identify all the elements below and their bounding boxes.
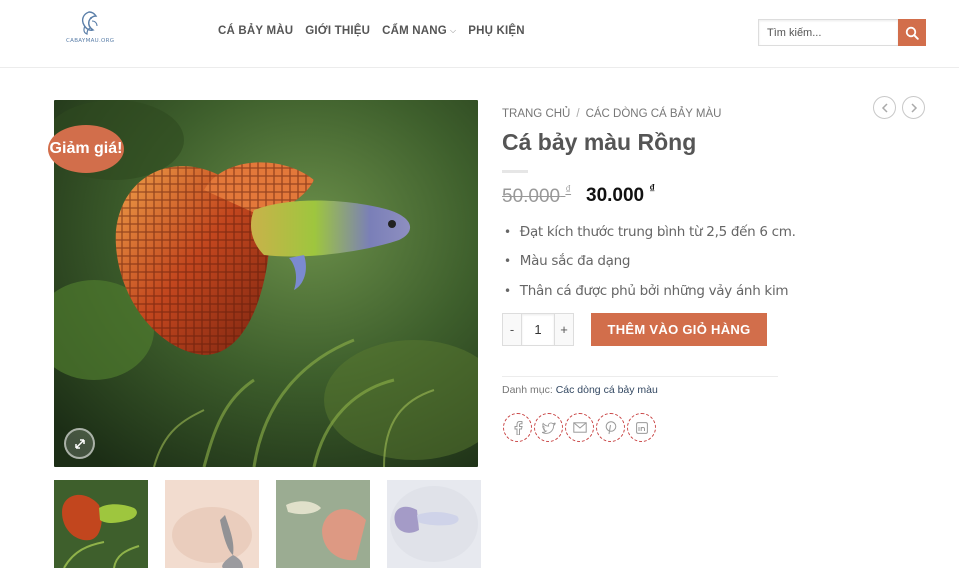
search-form <box>758 19 926 46</box>
expand-icon <box>74 438 85 449</box>
breadcrumb: TRANG CHỦ / CÁC DÒNG CÁ BẢY MÀU <box>502 108 721 120</box>
breadcrumb-home[interactable]: TRANG CHỦ <box>502 108 570 120</box>
share-pinterest-button[interactable] <box>596 413 625 442</box>
sale-badge: Giảm giá! <box>48 125 124 173</box>
product-nav <box>873 96 925 119</box>
email-icon <box>572 422 587 433</box>
twitter-icon <box>541 421 556 434</box>
next-product-button[interactable] <box>902 96 925 119</box>
nav-label: GIỚI THIỆU <box>305 25 371 37</box>
price-sale-value: 30.000 <box>586 185 645 206</box>
nav-label: CÁ BẢY MÀU <box>218 25 294 37</box>
meta-divider <box>502 376 778 377</box>
nav-item-ca-bay-mau[interactable]: CÁ BẢY MÀU <box>218 25 293 37</box>
currency-symbol: ₫ <box>649 183 656 195</box>
chevron-left-icon <box>881 102 888 113</box>
add-to-cart-button[interactable]: THÊM VÀO GIỎ HÀNG <box>591 313 767 346</box>
linkedin-icon <box>635 421 648 434</box>
zoom-button[interactable] <box>64 428 95 459</box>
price-original: 50.000 ₫ <box>502 184 572 208</box>
thumbnail-image <box>387 480 481 568</box>
nav-label: PHỤ KIỆN <box>468 25 525 37</box>
quantity-plus-button[interactable]: + <box>554 313 574 346</box>
logo-text: CABAYMAU.ORG <box>66 38 115 44</box>
thumbnail-image <box>276 480 370 568</box>
category-label: Danh mục: <box>502 384 553 396</box>
quantity-input[interactable] <box>522 313 554 346</box>
price-original-value: 50.000 <box>502 186 561 207</box>
thumbnail-gallery <box>54 480 481 568</box>
category-link[interactable]: Các dòng cá bảy màu <box>556 384 658 396</box>
share-linkedin-button[interactable] <box>627 413 656 442</box>
breadcrumb-category[interactable]: CÁC DÒNG CÁ BẢY MÀU <box>586 108 722 120</box>
pinterest-icon <box>605 420 616 434</box>
product-category: Danh mục: Các dòng cá bảy màu <box>502 384 658 396</box>
main-nav: CÁ BẢY MÀU GIỚI THIỆU CẨM NANG ⌵ PHỤ KIỆN <box>218 25 525 37</box>
nav-item-gioi-thieu[interactable]: GIỚI THIỆU <box>305 25 370 37</box>
thumbnail-3[interactable] <box>276 480 370 568</box>
price-sale: 30.000 ₫ <box>586 183 656 207</box>
thumbnail-4[interactable] <box>387 480 481 568</box>
feature-item: Đạt kích thước trung bình từ 2,5 đến 6 c… <box>504 217 796 247</box>
quantity-minus-button[interactable]: - <box>502 313 522 346</box>
site-logo[interactable]: CABAYMAU.ORG <box>66 10 115 50</box>
share-email-button[interactable] <box>565 413 594 442</box>
product-title: Cá bảy màu Rồng <box>502 129 697 155</box>
product-features: Đạt kích thước trung bình từ 2,5 đến 6 c… <box>504 217 796 306</box>
thumbnail-1[interactable] <box>54 480 148 568</box>
chevron-down-icon: ⌵ <box>449 26 457 35</box>
breadcrumb-separator: / <box>576 108 580 120</box>
prev-product-button[interactable] <box>873 96 896 119</box>
share-buttons <box>503 413 656 442</box>
share-facebook-button[interactable] <box>503 413 532 442</box>
title-divider <box>502 170 528 173</box>
share-twitter-button[interactable] <box>534 413 563 442</box>
thumbnail-2[interactable] <box>165 480 259 568</box>
nav-item-cam-nang[interactable]: CẨM NANG ⌵ <box>382 25 456 37</box>
nav-label: CẨM NANG <box>382 25 447 37</box>
search-button[interactable] <box>898 19 926 46</box>
search-input[interactable] <box>758 19 898 46</box>
feature-item: Màu sắc đa dạng <box>504 247 796 277</box>
currency-symbol: ₫ <box>565 184 572 196</box>
chevron-right-icon <box>910 102 917 113</box>
search-icon <box>905 26 919 40</box>
fish-logo-icon <box>81 11 98 35</box>
facebook-icon <box>514 420 523 435</box>
feature-item: Thân cá được phủ bởi những vảy ánh kim <box>504 276 796 306</box>
thumbnail-image <box>165 480 259 568</box>
nav-item-phu-kien[interactable]: PHỤ KIỆN <box>468 25 525 37</box>
thumbnail-image <box>54 480 148 568</box>
site-header: CABAYMAU.ORG CÁ BẢY MÀU GIỚI THIỆU CẨM N… <box>0 0 959 68</box>
quantity-stepper: - + <box>502 313 574 346</box>
